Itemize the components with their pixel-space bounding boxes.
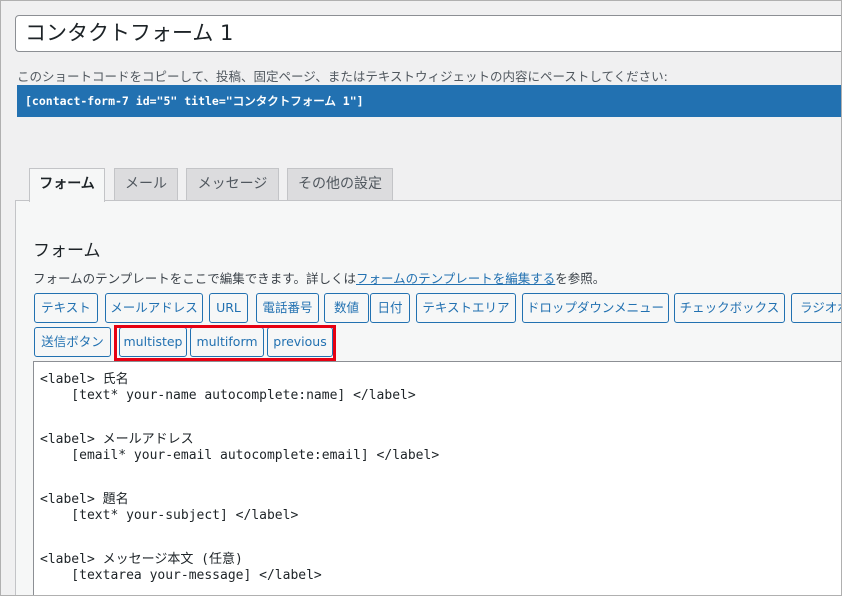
editor-line: [text* your-name autocomplete:name] </la… (40, 388, 416, 403)
editor-line: [email* your-email autocomplete:email] <… (40, 448, 440, 463)
editor-line: <label> メッセージ本文 (任意) (40, 552, 243, 567)
tab-additional-settings[interactable]: その他の設定 (287, 168, 393, 201)
form-template-editor[interactable]: <label> 氏名 [text* your-name autocomplete… (33, 361, 841, 595)
tab-messages[interactable]: メッセージ (186, 168, 279, 201)
shortcode-field[interactable]: [contact-form-7 id="5" title="コンタクトフォーム … (17, 85, 841, 117)
tag-button-tel[interactable]: 電話番号 (256, 293, 319, 323)
tag-button-email[interactable]: メールアドレス (105, 293, 203, 323)
tag-button-multiform[interactable]: multiform (190, 327, 264, 357)
tab-mail[interactable]: メール (114, 168, 178, 201)
editor-line: <label> メールアドレス (40, 432, 194, 447)
tab-form[interactable]: フォーム (29, 168, 105, 202)
panel-description: フォームのテンプレートをここで編集できます。詳しくはフォームのテンプレートを編集… (33, 268, 605, 287)
tag-button-checkboxes[interactable]: チェックボックス (674, 293, 785, 323)
tag-button-number[interactable]: 数値 (324, 293, 369, 323)
tag-button-radio[interactable]: ラジオボタン (791, 293, 841, 323)
edit-template-link[interactable]: フォームのテンプレートを編集する (356, 271, 555, 286)
tag-button-date[interactable]: 日付 (370, 293, 410, 323)
contact-form-editor-screen: コンタクトフォーム 1 このショートコードをコピーして、投稿、固定ページ、または… (0, 0, 842, 596)
panel-description-suffix: を参照。 (555, 271, 606, 286)
tag-button-dropdown[interactable]: ドロップダウンメニュー (522, 293, 669, 323)
form-panel: フォーム フォームのテンプレートをここで編集できます。詳しくはフォームのテンプレ… (15, 200, 841, 595)
tag-button-text[interactable]: テキスト (34, 293, 98, 323)
panel-title: フォーム (33, 241, 101, 261)
tag-button-url[interactable]: URL (209, 293, 248, 323)
panel-description-prefix: フォームのテンプレートをここで編集できます。詳しくは (33, 271, 357, 286)
tag-button-textarea[interactable]: テキストエリア (416, 293, 516, 323)
editor-line: [textarea your-message] </label> (40, 568, 322, 583)
editor-line: [text* your-subject] </label> (40, 508, 299, 523)
editor-line: <label> 氏名 (40, 372, 129, 387)
shortcode-instructions: このショートコードをコピーして、投稿、固定ページ、またはテキストウィジェットの内… (17, 69, 668, 84)
form-title-input[interactable]: コンタクトフォーム 1 (15, 15, 841, 52)
editor-line: <label> 題名 (40, 492, 129, 507)
tag-button-multistep[interactable]: multistep (119, 327, 187, 357)
tag-button-previous[interactable]: previous (267, 327, 333, 357)
tag-button-submit[interactable]: 送信ボタン (34, 327, 111, 357)
